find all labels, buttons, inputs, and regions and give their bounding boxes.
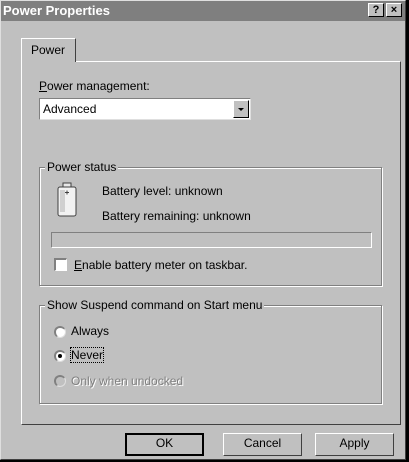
cancel-button[interactable]: Cancel <box>223 433 302 456</box>
battery-icon <box>57 182 77 217</box>
enable-battery-meter-label[interactable]: Enable battery meter on taskbar. <box>74 258 247 272</box>
power-management-select[interactable]: Advanced <box>39 98 251 120</box>
radio-never-label[interactable]: Never <box>69 347 105 363</box>
power-status-legend: Power status <box>45 160 119 174</box>
chevron-down-icon <box>238 108 244 111</box>
suspend-legend: Show Suspend command on Start menu <box>45 298 265 312</box>
power-management-label: Power management: <box>39 79 150 93</box>
dropdown-arrow-button[interactable] <box>233 100 249 118</box>
radio-only-when-undocked-label: Only when undocked <box>71 374 184 388</box>
radio-always-label[interactable]: Always <box>71 324 109 338</box>
battery-remaining-text: Battery remaining: unknown <box>102 209 251 223</box>
title-bar[interactable]: Power Properties ? × <box>1 1 405 21</box>
battery-meter-progress <box>51 232 372 248</box>
radio-selected-dot <box>58 354 62 358</box>
help-button[interactable]: ? <box>368 3 384 17</box>
battery-level-text: Battery level: unknown <box>102 184 223 198</box>
radio-never[interactable] <box>54 350 66 362</box>
power-management-value: Advanced <box>43 102 97 116</box>
apply-button[interactable]: Apply <box>315 433 394 456</box>
radio-always[interactable] <box>54 326 66 338</box>
enable-battery-meter-checkbox[interactable] <box>54 258 67 271</box>
window-title: Power Properties <box>3 3 110 18</box>
ok-button[interactable]: OK <box>125 433 204 456</box>
tab-power-label: Power <box>31 43 66 57</box>
radio-only-when-undocked <box>54 375 66 387</box>
tab-power[interactable]: Power <box>21 38 76 62</box>
close-button[interactable]: × <box>386 3 402 17</box>
power-properties-window: Power Properties ? × Power Power managem… <box>0 0 406 460</box>
